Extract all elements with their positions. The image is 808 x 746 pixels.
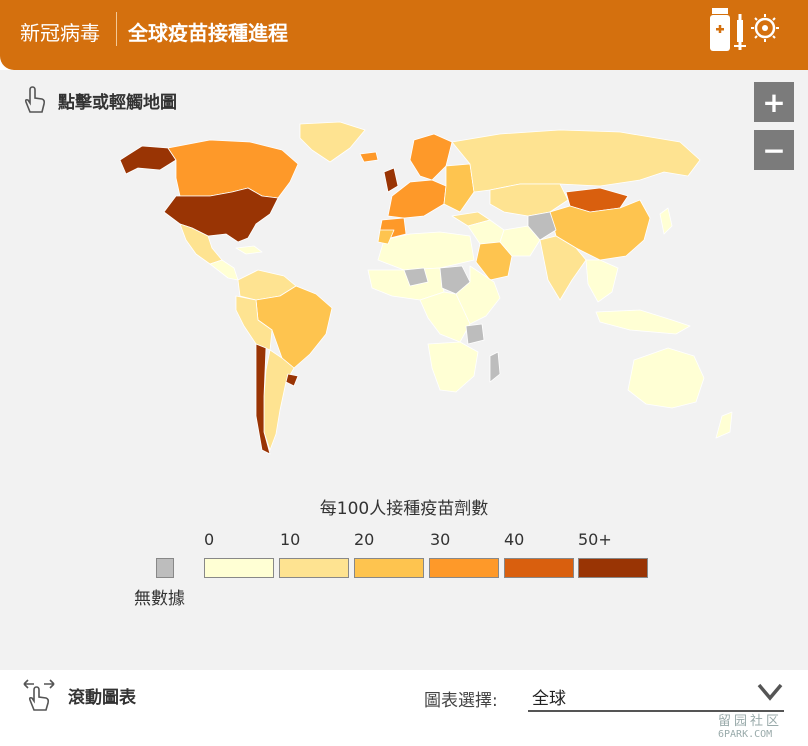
region-indonesia[interactable] — [595, 309, 691, 335]
legend-swatch-0 — [204, 558, 274, 578]
legend-swatch-50 — [578, 558, 648, 578]
scroll-hand-icon — [23, 679, 55, 711]
region-canada[interactable] — [167, 139, 299, 199]
scroll-hint: 滾動圖表 — [20, 678, 136, 712]
region-greenland[interactable] — [299, 121, 366, 163]
zoom-in-button[interactable]: + — [754, 82, 794, 122]
world-map[interactable] — [0, 120, 808, 500]
legend-tick: 30 — [430, 530, 451, 549]
map-hint: 點擊或輕觸地圖 — [22, 86, 177, 114]
region-argentina[interactable] — [263, 349, 295, 451]
region-russia[interactable] — [451, 129, 701, 193]
brand-label[interactable]: 新冠病毒 — [20, 17, 100, 46]
watermark: 留园社区 6PARK.COM — [718, 710, 806, 744]
chevron-down-icon[interactable] — [756, 682, 784, 702]
region-australia[interactable] — [627, 347, 705, 409]
region-southeast-asia[interactable] — [585, 259, 619, 303]
region-southern-africa[interactable] — [427, 341, 479, 393]
region-iceland[interactable] — [359, 151, 379, 163]
legend-swatch-no-data — [156, 558, 174, 578]
legend-no-data-label: 無數據 — [134, 589, 185, 609]
legend-swatch-30 — [429, 558, 499, 578]
chart-selector-label: 圖表選擇: — [424, 691, 498, 711]
map-panel: 點擊或輕觸地圖 + − 每100人接種疫苗劑數 0 10 20 30 40 50… — [0, 70, 808, 670]
watermark-line1: 留园社区 — [718, 714, 783, 729]
region-japan[interactable] — [659, 207, 673, 235]
region-caribbean[interactable] — [235, 245, 263, 255]
watermark-line2: 6PARK.COM — [718, 729, 773, 740]
legend-tick: 20 — [354, 530, 375, 549]
region-usa[interactable] — [163, 187, 279, 243]
region-north-africa[interactable] — [377, 231, 475, 271]
header-bar: 新冠病毒 全球疫苗接種進程 — [0, 0, 808, 70]
header-divider — [116, 12, 117, 46]
tap-hand-icon — [24, 86, 46, 113]
legend-swatch-10 — [279, 558, 349, 578]
region-uruguay[interactable] — [285, 373, 299, 387]
page-title: 全球疫苗接種進程 — [128, 21, 288, 45]
legend-title: 每100人接種疫苗劑數 — [319, 499, 489, 519]
legend-tick: 0 — [204, 530, 215, 549]
region-madagascar-no-data[interactable] — [489, 351, 501, 383]
region-central-america[interactable] — [209, 259, 239, 281]
footer-bar: 滾動圖表 圖表選擇: 全球 留园社区 6PARK.COM — [0, 670, 808, 746]
legend-tick: 40 — [504, 530, 525, 549]
chart-selector-value[interactable]: 全球 — [532, 684, 566, 709]
vaccine-icon — [710, 8, 779, 51]
region-tanzania-no-data[interactable] — [465, 323, 485, 345]
map-hint-label: 點擊或輕觸地圖 — [58, 92, 177, 113]
legend-tick: 10 — [280, 530, 301, 549]
legend-tick: 50+ — [578, 530, 612, 549]
region-alaska[interactable] — [119, 145, 177, 175]
region-uk[interactable] — [383, 167, 399, 193]
legend-swatch-40 — [504, 558, 574, 578]
legend-swatch-20 — [354, 558, 424, 578]
region-eastern-europe[interactable] — [443, 163, 475, 213]
scroll-hint-label: 滾動圖表 — [68, 687, 136, 708]
region-new-zealand[interactable] — [715, 411, 733, 439]
